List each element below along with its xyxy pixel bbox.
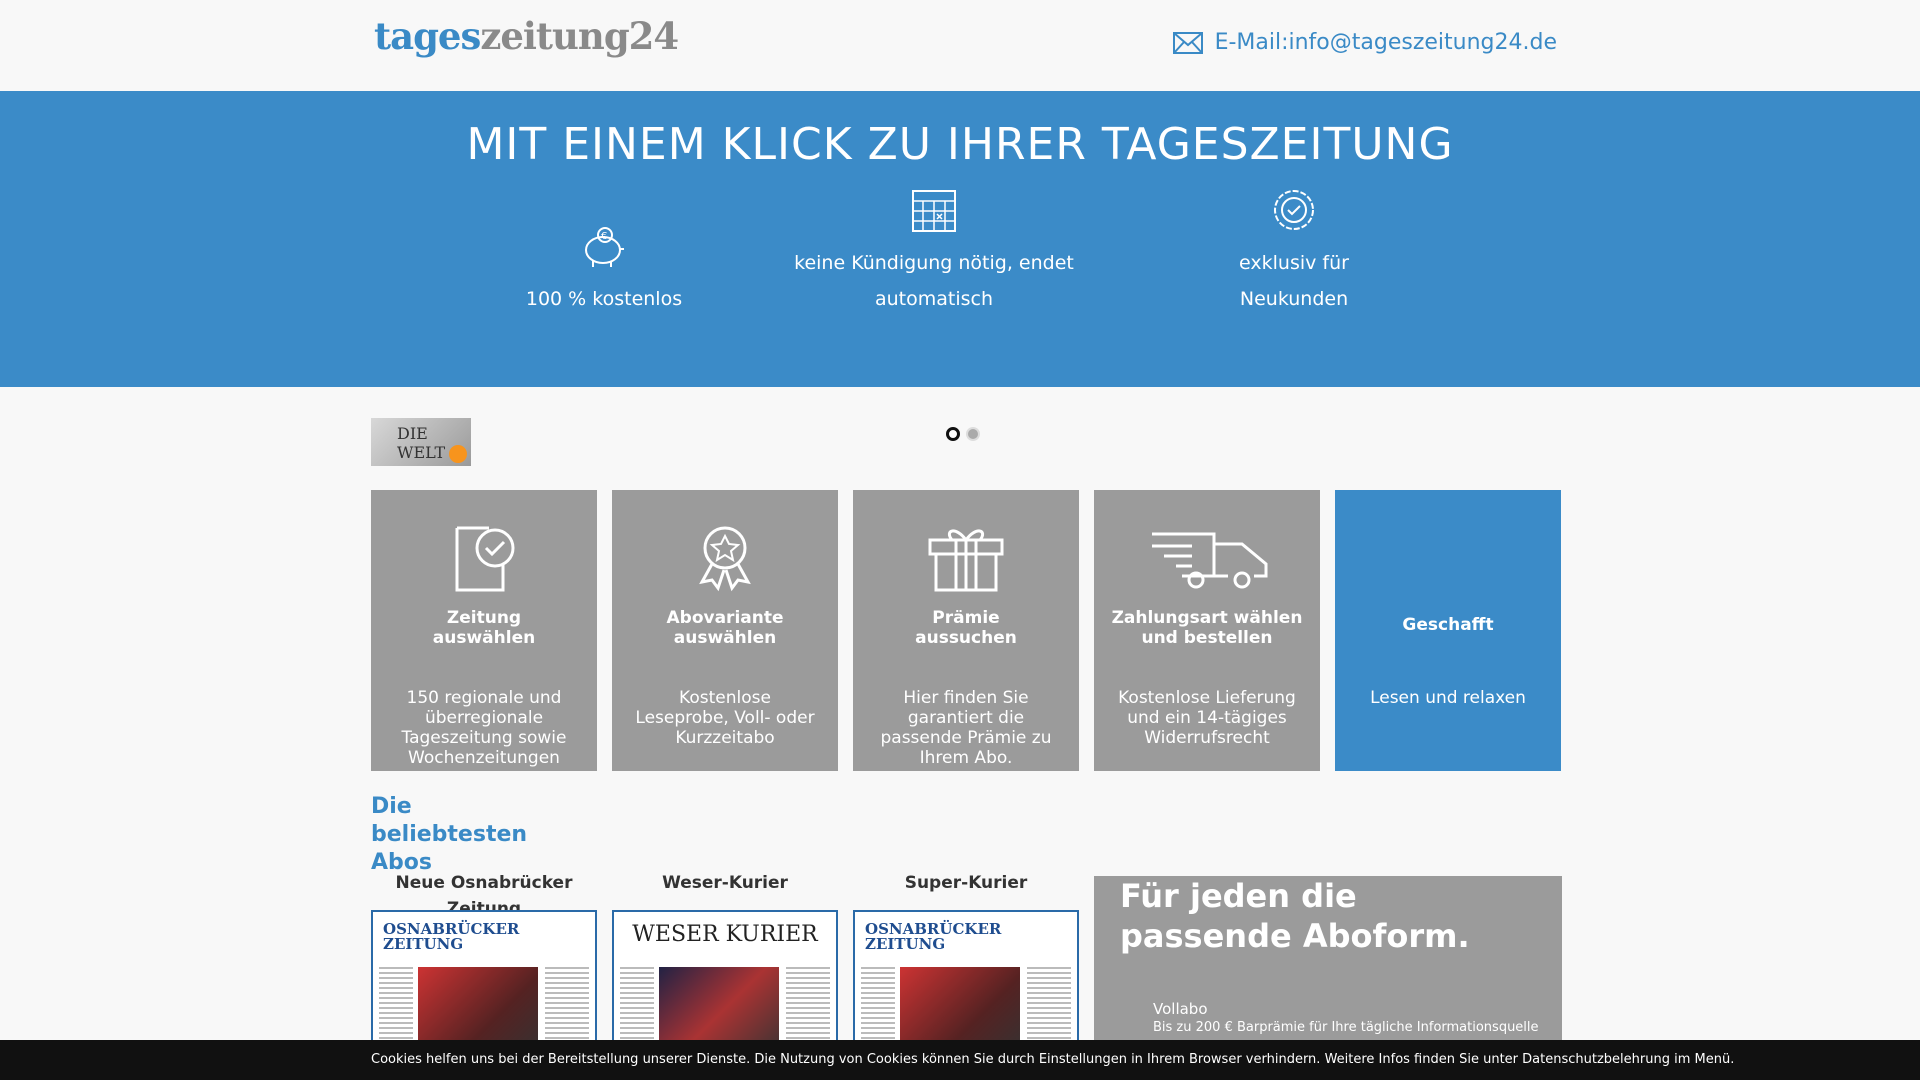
step-select-variant[interactable]: Abovariante auswählen Kostenlose Leseprob… [612, 490, 838, 771]
carousel-dot-2[interactable] [966, 427, 980, 441]
feature-no-cancel-line1: keine Kündigung nötig, endet [794, 252, 1074, 274]
document-check-icon [455, 526, 515, 592]
site-header: tageszeitung24 E-Mail:info@tageszeitung2… [0, 0, 1920, 91]
delivery-truck-icon [1152, 532, 1268, 589]
popular-heading: Die beliebtesten Abos [371, 794, 528, 875]
email-label: E-Mail:info@tageszeitung24.de [1214, 30, 1557, 55]
cookie-banner: Cookies helfen uns bei der Bereitstellun… [0, 1040, 1920, 1080]
feature-no-cancel-line2: automatisch [874, 288, 994, 310]
aboform-heading: Für jeden die passende Aboform. [1120, 877, 1470, 955]
step-done[interactable]: Geschafft Lesen und relaxen [1335, 490, 1561, 771]
email-link[interactable]: E-Mail:info@tageszeitung24.de [1172, 30, 1557, 55]
svg-text:€: € [601, 231, 607, 242]
paper-masthead: OSNABRÜCKER ZEITUNG [865, 920, 1002, 953]
aboform-option[interactable]: Vollabo [1153, 1000, 1208, 1018]
award-ribbon-icon [699, 526, 751, 592]
step-title: Zahlungsart wählen und bestellen [1111, 608, 1303, 648]
aboform-option-desc: Bis zu 200 € Barprämie für Ihre tägliche… [1153, 1020, 1539, 1035]
orange-dot [449, 445, 467, 463]
step-title: Geschafft [1402, 615, 1494, 635]
step-desc: Lesen und relaxen [1370, 688, 1526, 708]
popular-papers: Neue Osnabrücker Zeitung OSNABRÜCKER ZEI… [371, 870, 1079, 1064]
step-desc: Hier finden Sie garantiert die passende … [880, 688, 1052, 768]
step-desc: 150 regionale und überregionale Tageszei… [401, 688, 567, 768]
carousel-dot-1[interactable] [946, 427, 960, 441]
badge-check-icon [1274, 190, 1314, 230]
step-title: Abovariante auswählen [666, 608, 784, 648]
hero-section: MIT EINEM KLICK ZU IHRER TAGESZEITUNG € … [0, 91, 1920, 387]
step-choose-bonus[interactable]: Prämie aussuchen Hier finden Sie garantie… [853, 490, 1079, 771]
calendar-icon [912, 190, 956, 232]
mail-icon [1172, 31, 1203, 54]
paper-masthead: WESER KURIER [632, 922, 818, 947]
feature-free: € 100 % kostenlos [504, 223, 704, 317]
feature-exclusive-line2: Neukunden [1239, 288, 1349, 310]
site-logo[interactable]: tageszeitung24 [374, 14, 679, 58]
step-title: Prämie aussuchen [915, 608, 1017, 648]
gift-icon [928, 529, 1004, 592]
piggy-bank-icon: € [585, 227, 624, 267]
order-steps: Zeitung auswählen 150 regionale und überr… [371, 490, 1561, 771]
banner-thumbnail[interactable]: DIE WELT [371, 418, 471, 466]
cookie-text: Cookies helfen uns bei der Bereitstellun… [371, 1052, 1735, 1067]
step-payment-order[interactable]: Zahlungsart wählen und bestellen Kostenlo… [1094, 490, 1320, 771]
paper-card[interactable]: Neue Osnabrücker Zeitung OSNABRÜCKER ZEI… [371, 870, 597, 1064]
paper-masthead: OSNABRÜCKER ZEITUNG [383, 920, 520, 953]
feature-free-text: 100 % kostenlos [525, 288, 683, 310]
feature-exclusive-line1: exklusiv für [1239, 252, 1349, 274]
step-title: Zeitung auswählen [432, 608, 536, 648]
step-desc: Kostenlose Lieferung und ein 14-tägiges … [1118, 688, 1296, 748]
step-select-newspaper[interactable]: Zeitung auswählen 150 regionale und überr… [371, 490, 597, 771]
paper-name: Weser-Kurier [662, 873, 788, 893]
paper-name: Neue Osnabrücker Zeitung [395, 873, 573, 919]
paper-card[interactable]: Weser-Kurier WESER KURIER [612, 870, 838, 1064]
carousel-dots [946, 427, 980, 441]
paper-name: Super-Kurier [904, 873, 1028, 893]
paper-card[interactable]: Super-Kurier OSNABRÜCKER ZEITUNG [853, 870, 1079, 1064]
hero-title: MIT EINEM KLICK ZU IHRER TAGESZEITUNG [466, 119, 1454, 170]
step-desc: Kostenlose Leseprobe, Voll- oder Kurzzei… [635, 688, 815, 748]
feature-exclusive: exklusiv für Neukunden [1194, 187, 1394, 317]
feature-no-cancel: keine Kündigung nötig, endet automatisch [784, 187, 1084, 317]
